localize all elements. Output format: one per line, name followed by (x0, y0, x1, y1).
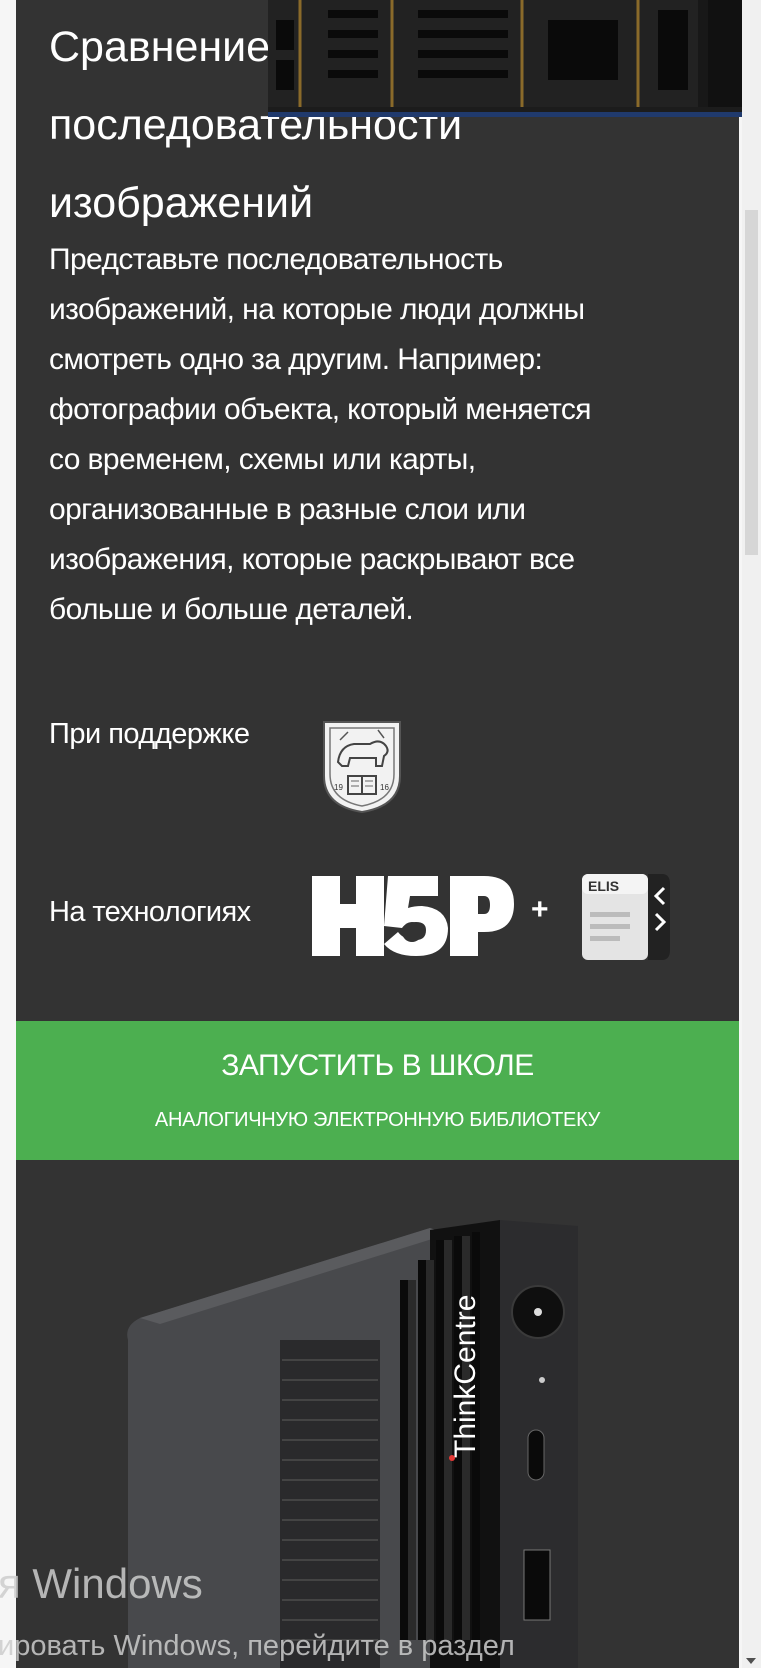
plus-sign: + (531, 893, 549, 926)
seal-year-left: 19 (334, 783, 343, 792)
elis-logo[interactable]: ELIS (580, 870, 672, 962)
description-line: Представьте последовательность (49, 243, 503, 276)
elis-book-icon: ELIS (582, 874, 670, 960)
vertical-scrollbar[interactable] (742, 0, 761, 1668)
description-line: изображений, на которые люди должны (49, 293, 585, 326)
windows-activation-watermark-title: я Windows (0, 1560, 203, 1607)
description-line: со временем, схемы или карты, (49, 443, 476, 476)
supported-by-label: При поддержке (49, 718, 250, 750)
description-line: больше и больше деталей. (49, 593, 414, 626)
scrollbar-thumb[interactable] (745, 210, 758, 555)
h5p-logo-icon (312, 876, 514, 956)
launch-button-title: ЗАПУСТИТЬ В ШКОЛЕ (221, 1049, 534, 1082)
title-line: изображений (49, 179, 314, 227)
scroll-down-arrow-icon[interactable] (746, 1658, 756, 1664)
launch-button-subtitle: АНАЛОГИЧНУЮ ЭЛЕКТРОННУЮ БИБЛИОТЕКУ (154, 1109, 601, 1131)
launch-in-school-button[interactable]: ЗАПУСТИТЬ В ШКОЛЕ АНАЛОГИЧНУЮ ЭЛЕКТРОННУ… (16, 1021, 739, 1160)
server-rack-graphic (268, 0, 761, 107)
bear-seal-icon: 19 16 (323, 721, 401, 814)
windows-activation-watermark-text: ировать Windows, перейдите в раздел (0, 1630, 515, 1662)
elis-label: ELIS (588, 878, 619, 894)
school-seal-logo[interactable]: 19 16 (320, 718, 404, 814)
seal-year-right: 16 (380, 783, 389, 792)
h5p-logo[interactable] (310, 870, 516, 962)
description-line: смотреть одно за другим. Например: (49, 343, 543, 376)
server-banner-image (268, 0, 761, 117)
description-line: изображения, которые раскрывают все (49, 543, 575, 576)
page: Сравнение последовательности изображений (0, 0, 761, 1668)
description-line: фотографии объекта, который меняется (49, 393, 592, 426)
thinkcentre-brand: ThinkCentre (449, 1295, 482, 1458)
description-line: организованные в разные слои или (49, 493, 526, 526)
technology-label: На технологиях (49, 896, 251, 928)
article-description: Представьте последовательность изображен… (49, 235, 719, 635)
